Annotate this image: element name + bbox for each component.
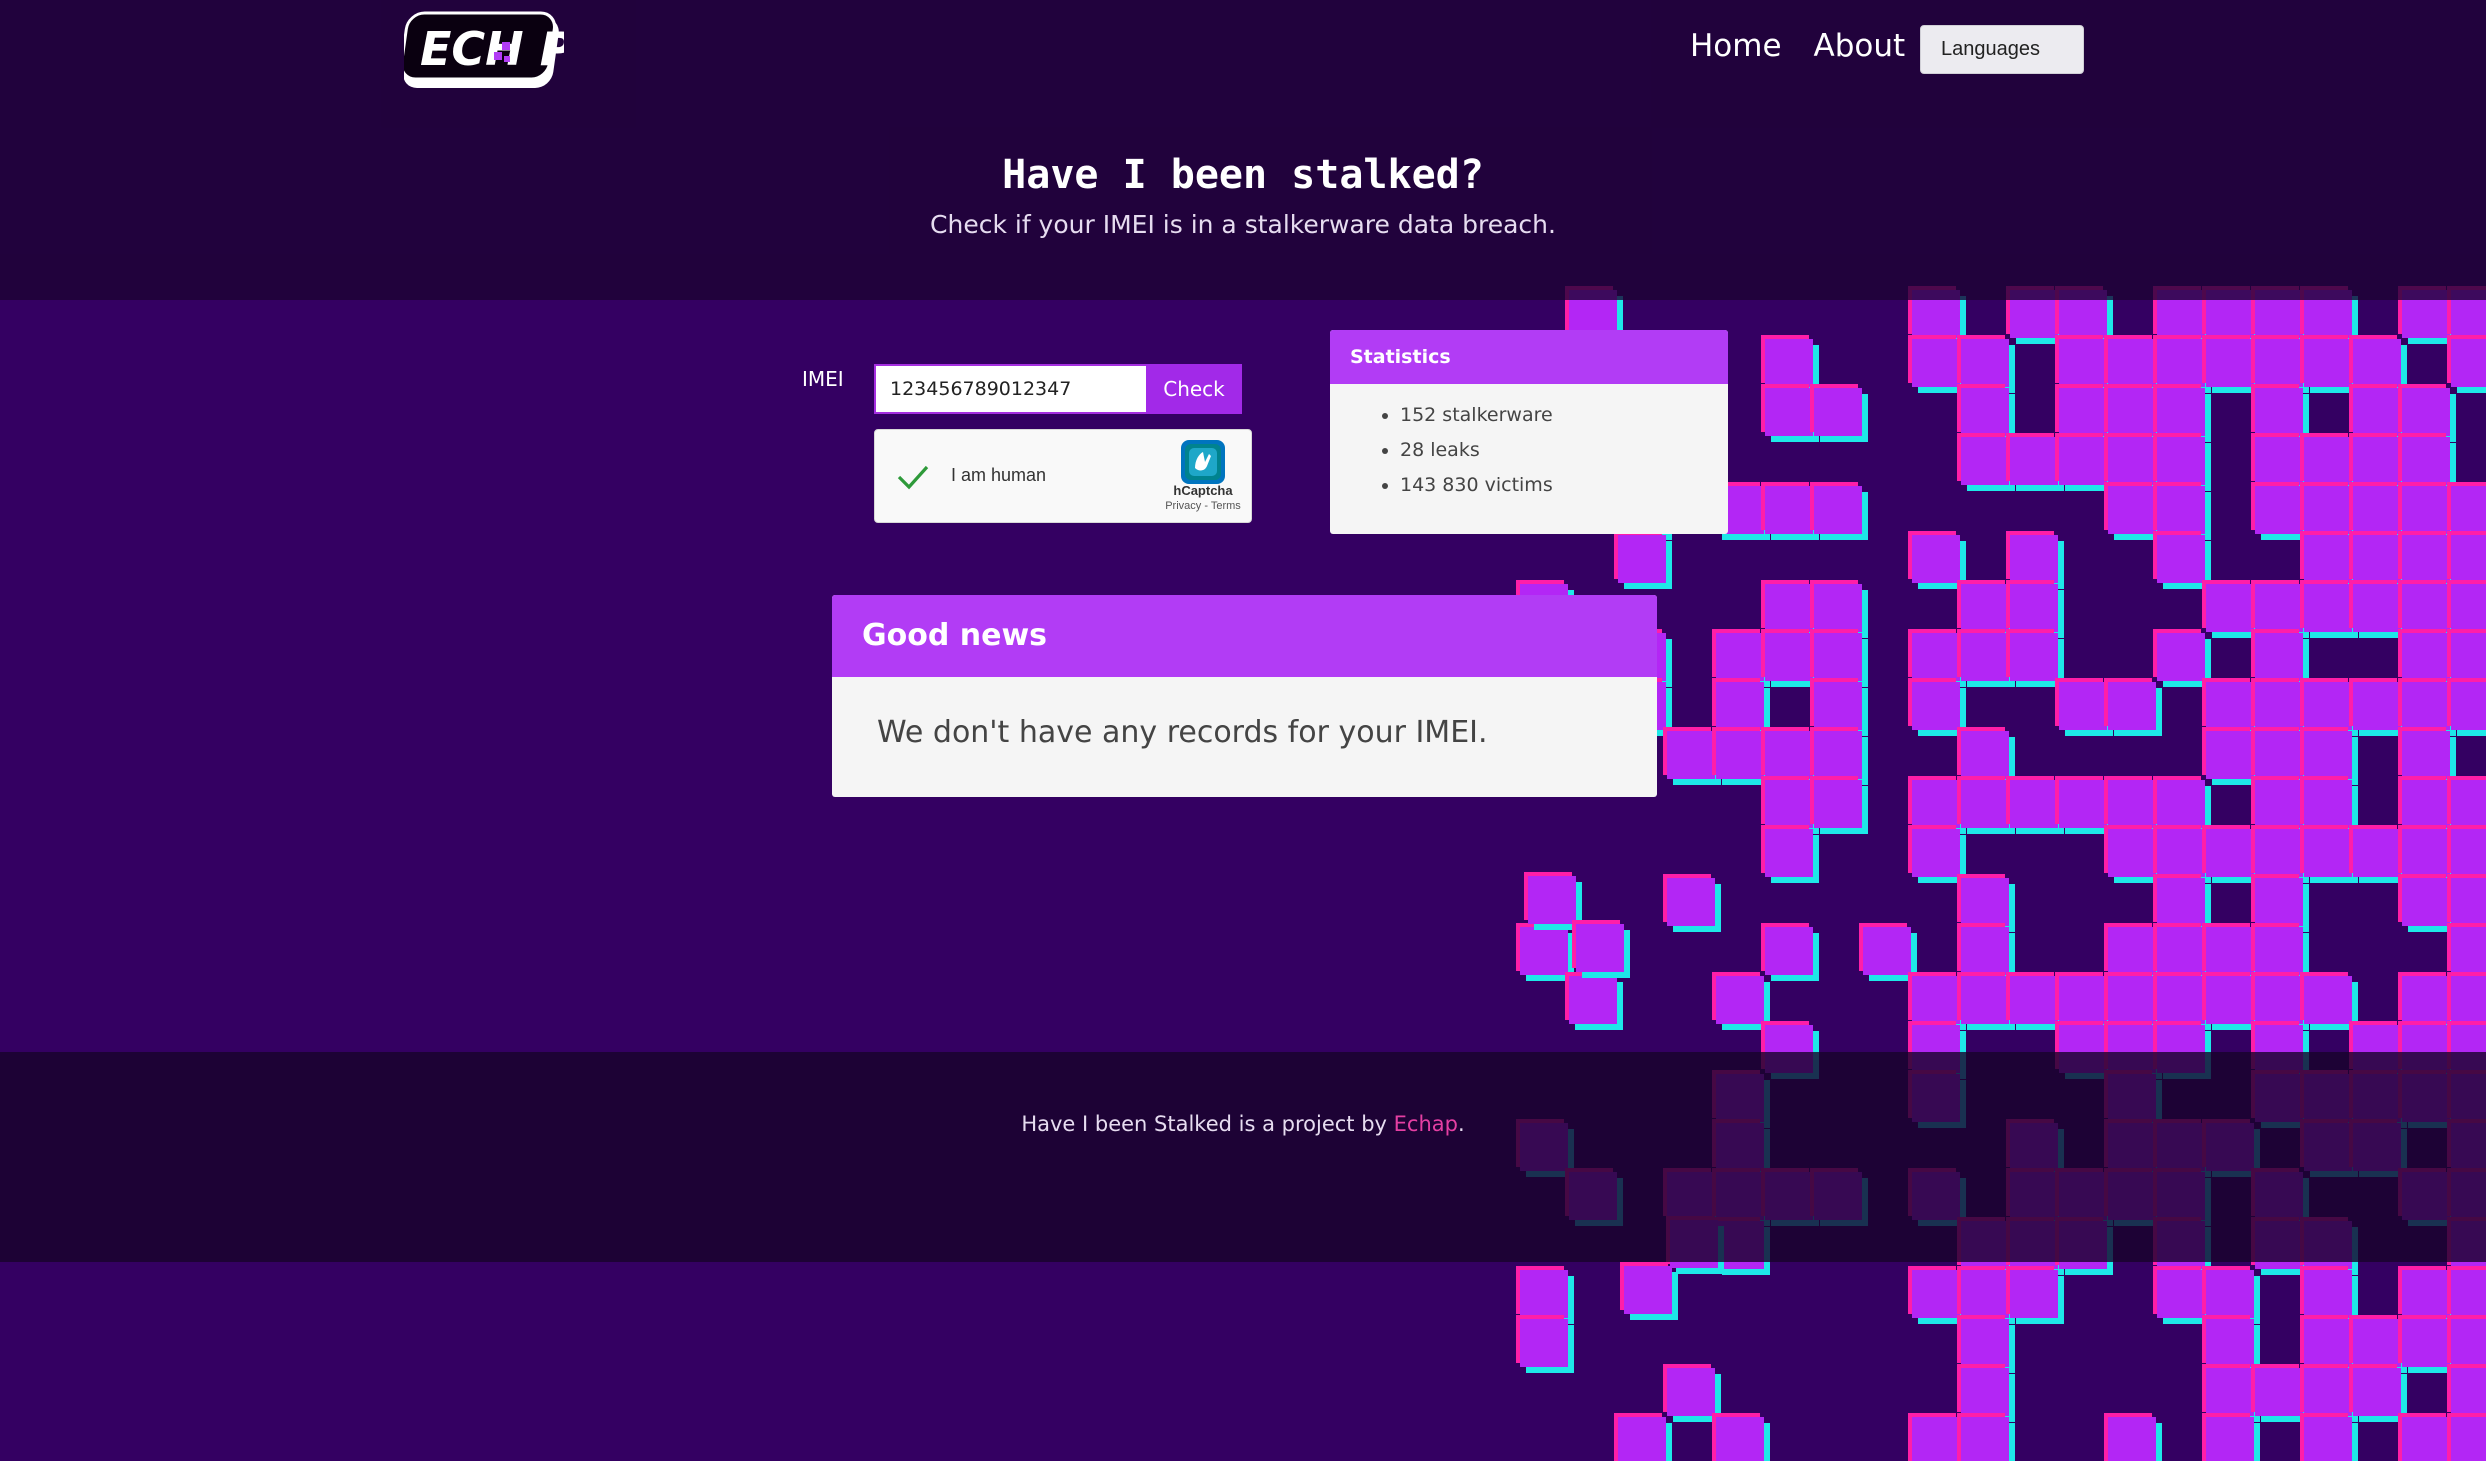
hcaptcha-widget: I am human hCaptcha Privacy - Terms: [874, 429, 1252, 523]
statistics-panel: Statistics 152 stalkerware 28 leaks 143 …: [1330, 330, 1728, 534]
footer-prefix: Have I been Stalked is a project by: [1021, 1112, 1394, 1136]
page: ECH P Home About Languages Have I been s…: [0, 0, 2486, 1461]
footer: Have I been Stalked is a project by Echa…: [0, 1052, 2486, 1262]
imei-input[interactable]: [874, 364, 1146, 414]
captcha-checkmark-icon[interactable]: [895, 458, 931, 494]
background-pixel: [1516, 1315, 1574, 1373]
captcha-terms-link[interactable]: Terms: [1211, 500, 1241, 512]
result-panel: Good news We don't have any records for …: [832, 595, 1657, 797]
background-pixel: [1620, 1262, 1678, 1320]
main-nav: Home About: [1690, 28, 1905, 64]
background-pixel: [1614, 1413, 1672, 1461]
imei-label: IMEI: [802, 367, 844, 391]
captcha-links: Privacy - Terms: [1151, 500, 1255, 512]
hcaptcha-logo-icon: [1181, 440, 1225, 484]
footer-echap-link[interactable]: Echap: [1394, 1112, 1458, 1136]
background-pixel: [2447, 1413, 2486, 1461]
header: ECH P Home About Languages Have I been s…: [0, 0, 2486, 300]
captcha-label: I am human: [951, 465, 1047, 485]
background-pixel: [1957, 1413, 2015, 1461]
background-pixel: [1712, 1413, 1770, 1461]
footer-text: Have I been Stalked is a project by Echa…: [0, 1112, 2486, 1136]
check-button[interactable]: Check: [1146, 364, 1242, 414]
logo-text: ECH P: [420, 22, 564, 76]
captcha-privacy-link[interactable]: Privacy: [1165, 500, 1201, 512]
footer-suffix: .: [1457, 1112, 1465, 1136]
background-pixel: [2006, 1266, 2064, 1324]
main-content: IMEI Check I am human hCaptcha Privacy -…: [0, 300, 2486, 1052]
background-pixel: [2104, 1413, 2162, 1461]
stat-victims: 143 830 victims: [1400, 468, 1728, 503]
statistics-list: 152 stalkerware 28 leaks 143 830 victims: [1330, 384, 1728, 503]
echap-logo[interactable]: ECH P: [404, 10, 564, 90]
page-title: Have I been stalked?: [1002, 152, 1484, 198]
statistics-title: Statistics: [1330, 330, 1728, 384]
background-pixel: [2202, 1413, 2260, 1461]
background-pixel: [2300, 1413, 2358, 1461]
page-subtitle: Check if your IMEI is in a stalkerware d…: [930, 210, 1556, 239]
languages-dropdown-button[interactable]: Languages: [1920, 25, 2084, 74]
nav-about-link[interactable]: About: [1814, 28, 1906, 64]
nav-home-link[interactable]: Home: [1690, 28, 1782, 64]
hcaptcha-brand: hCaptcha: [1173, 483, 1233, 498]
stat-leaks: 28 leaks: [1400, 433, 1728, 468]
captcha-link-separator: -: [1201, 500, 1211, 512]
result-message: We don't have any records for your IMEI.: [877, 715, 1488, 750]
stat-stalkerware: 152 stalkerware: [1400, 398, 1728, 433]
result-title: Good news: [832, 595, 1657, 677]
